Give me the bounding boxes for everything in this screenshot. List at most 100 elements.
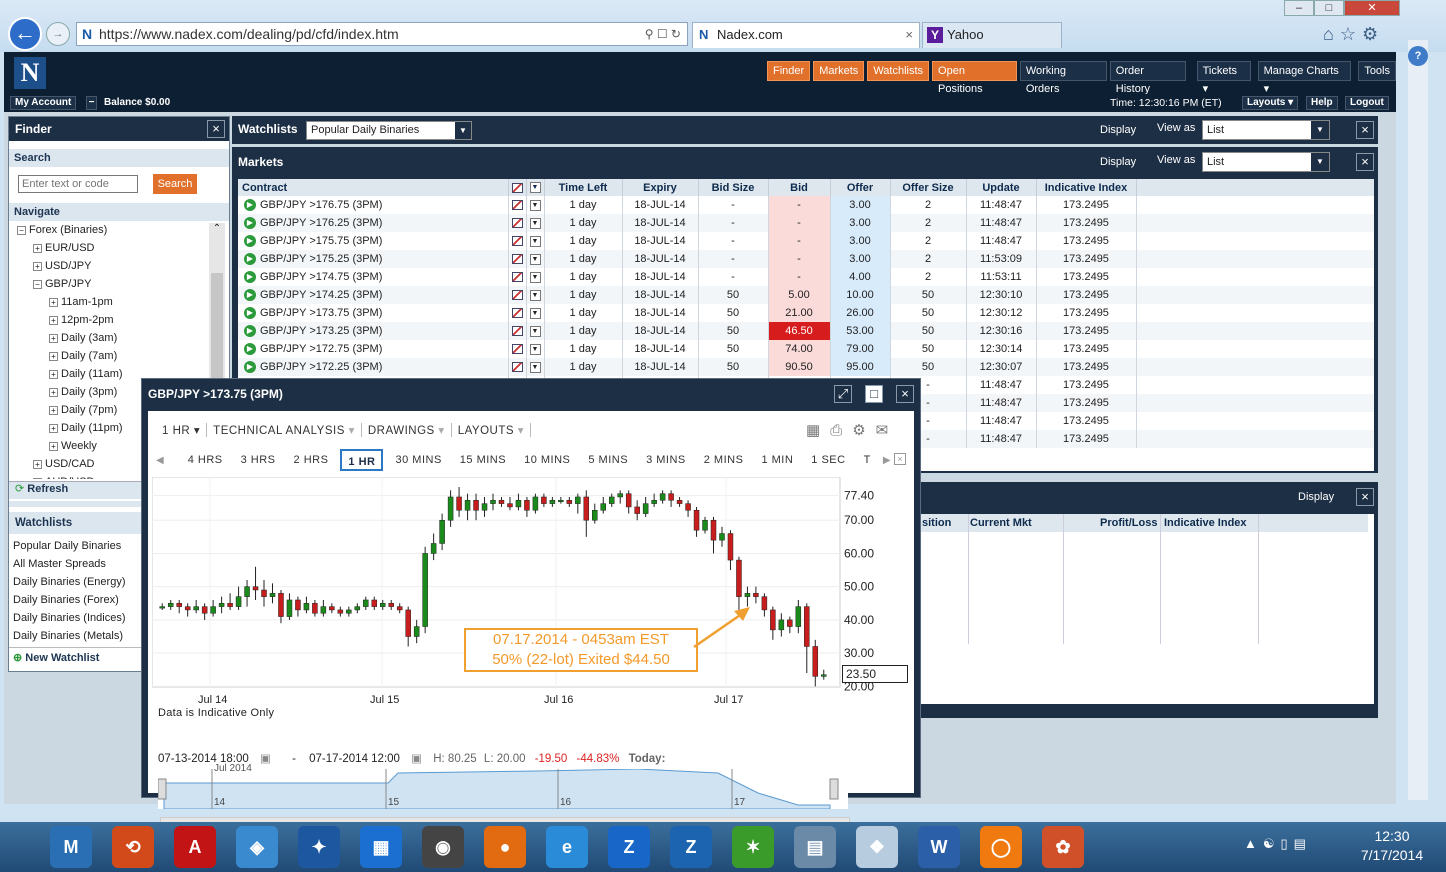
bid-cell[interactable]: 74.00 — [768, 340, 831, 358]
chart-icon[interactable] — [511, 290, 523, 301]
tab-nadex[interactable]: N Nadex.com × — [692, 22, 920, 48]
expand-icon[interactable]: + — [33, 459, 42, 469]
collapse-icon[interactable]: − — [33, 279, 42, 289]
bid-cell[interactable]: - — [768, 196, 831, 214]
clock[interactable]: 12:30 7/17/2014 — [1352, 828, 1432, 863]
z-app-icon[interactable]: Z — [608, 826, 650, 868]
timeframe-option[interactable]: T — [858, 449, 877, 471]
contract-cell[interactable]: ▶ GBP/JPY >173.75 (3PM) — [238, 304, 509, 322]
display-label[interactable]: Display — [1100, 124, 1136, 136]
finder-search-button[interactable]: Search — [153, 174, 197, 194]
bid-cell[interactable]: - — [768, 268, 831, 286]
game-icon[interactable]: ✿ — [1042, 826, 1084, 868]
calc-icon[interactable]: ▦ — [360, 826, 402, 868]
chevron-down-icon[interactable]: ▼ — [529, 271, 541, 283]
close-markets-icon[interactable]: × — [1356, 153, 1374, 171]
bid-cell[interactable]: 46.50 — [768, 322, 831, 340]
security-icon[interactable]: ✦ — [298, 826, 340, 868]
collapse-account-button[interactable]: − — [86, 96, 97, 110]
timeframe-option[interactable]: 1 MIN — [755, 449, 799, 471]
offer-cell[interactable]: 3.00 — [830, 232, 891, 250]
technical-analysis-menu[interactable]: TECHNICAL ANALYSIS ▾ — [206, 423, 361, 437]
column-header[interactable]: Contract — [238, 179, 509, 196]
contract-cell[interactable]: ▶ GBP/JPY >176.25 (3PM) — [238, 214, 509, 232]
scroll-up-icon[interactable]: ⌃ — [209, 223, 225, 235]
tree-node[interactable]: + USD/JPY — [17, 257, 207, 275]
collapse-icon[interactable]: − — [17, 225, 26, 235]
expand-icon[interactable]: + — [49, 369, 58, 379]
chart-tool-icons[interactable]: ▦⎙⚙✉ — [806, 421, 898, 439]
notebook-icon[interactable]: ❖ — [856, 826, 898, 868]
bin-icon[interactable]: ◈ — [236, 826, 278, 868]
chart-icon[interactable] — [511, 326, 523, 337]
contract-cell[interactable]: ▶ GBP/JPY >174.75 (3PM) — [238, 268, 509, 286]
chart-icon[interactable] — [511, 200, 523, 211]
timeframe-option[interactable]: 1 SEC — [805, 449, 851, 471]
bid-cell[interactable]: - — [768, 232, 831, 250]
offer-cell[interactable]: 79.00 — [830, 340, 891, 358]
trade-icon[interactable]: ▶ — [244, 253, 256, 266]
layouts-button[interactable]: Layouts ▾ — [1242, 96, 1299, 110]
tab-yahoo[interactable]: Y Yahoo — [922, 22, 1062, 48]
expand-icon[interactable]: + — [49, 387, 58, 397]
trade-icon[interactable]: ▶ — [244, 271, 256, 284]
table-row[interactable]: ▶ GBP/JPY >176.25 (3PM) ▼ 1 day 18-JUL-14- -3… — [238, 214, 1374, 232]
tf-left-arrow-icon[interactable]: ◀ — [156, 455, 164, 466]
refresh-label[interactable]: Refresh — [27, 483, 68, 495]
layouts-menu[interactable]: LAYOUTS ▾ — [450, 423, 531, 437]
forward-button[interactable]: → — [46, 22, 70, 46]
trade-icon[interactable]: ▶ — [244, 235, 256, 248]
back-button[interactable]: ← — [8, 17, 42, 51]
table-row[interactable]: ▶ GBP/JPY >175.25 (3PM) ▼ 1 day 18-JUL-14- -3… — [238, 250, 1374, 268]
markets-button[interactable]: Markets — [813, 61, 865, 81]
logout-button[interactable]: Logout — [1345, 96, 1389, 110]
column-header[interactable]: Offer — [830, 179, 891, 196]
tf-close-icon[interactable]: × — [894, 453, 906, 465]
column-header[interactable]: Offer Size — [890, 179, 967, 196]
expand-icon[interactable]: + — [49, 351, 58, 361]
expand-icon[interactable]: + — [33, 243, 42, 253]
contract-cell[interactable]: ▶ GBP/JPY >174.25 (3PM) — [238, 286, 509, 304]
offer-cell[interactable]: 26.00 — [830, 304, 891, 322]
column-header[interactable]: Indicative Index — [1036, 179, 1137, 196]
tools-button[interactable]: Tools — [1358, 61, 1396, 81]
trade-icon[interactable]: ▶ — [244, 325, 256, 338]
chevron-down-icon[interactable]: ▼ — [529, 199, 541, 211]
column-header[interactable] — [508, 179, 527, 196]
trade-icon[interactable]: ▶ — [244, 217, 256, 230]
offer-cell[interactable]: 3.00 — [830, 196, 891, 214]
trade-icon[interactable]: ▶ — [244, 289, 256, 302]
address-actions-icon[interactable]: ⚲ ☐ ↻ — [645, 23, 681, 45]
table-row[interactable]: ▶ GBP/JPY >175.75 (3PM) ▼ 1 day 18-JUL-14- -3… — [238, 232, 1374, 250]
tree-node[interactable]: +11am-1pm — [17, 293, 207, 311]
o-app-icon[interactable]: ◯ — [980, 826, 1022, 868]
bid-cell[interactable]: - — [768, 214, 831, 232]
tree-node[interactable]: +12pm-2pm — [17, 311, 207, 329]
tickets-button[interactable]: Tickets ▾ — [1196, 61, 1251, 95]
column-header[interactable]: Expiry — [622, 179, 699, 196]
interval-select[interactable]: 1 HR ▾ — [156, 423, 206, 437]
bid-cell[interactable]: - — [768, 250, 831, 268]
finder-button[interactable]: Finder — [767, 61, 811, 81]
expand-icon[interactable]: + — [49, 297, 58, 307]
expand-icon[interactable]: + — [49, 405, 58, 415]
avira-icon[interactable]: A — [174, 826, 216, 868]
bid-cell[interactable]: 21.00 — [768, 304, 831, 322]
table-row[interactable]: ▶ GBP/JPY >173.25 (3PM) ▼ 1 day 18-JUL-14 50 4… — [238, 322, 1374, 340]
column-header[interactable] — [1136, 179, 1374, 196]
chevron-down-icon[interactable]: ▼ — [529, 217, 541, 229]
solitaire-icon[interactable]: ✶ — [732, 826, 774, 868]
timeframe-option[interactable]: 2 HRS — [288, 449, 335, 471]
mcafee-icon[interactable]: M — [50, 826, 92, 868]
tray-icons[interactable]: ▲☯▯▤ — [1244, 836, 1312, 852]
watchlist-select[interactable]: Popular Daily Binaries ▼ — [306, 121, 472, 140]
manage-charts-button[interactable]: Manage Charts ▾ — [1257, 61, 1352, 95]
chevron-down-icon[interactable]: ▼ — [455, 122, 471, 139]
close-watchlists-icon[interactable]: × — [1356, 121, 1374, 139]
home-star-gear-icons[interactable]: ⌂☆⚙ — [1323, 24, 1384, 45]
column-header[interactable]: Time Left — [544, 179, 623, 196]
chevron-down-icon[interactable]: ▼ — [529, 343, 541, 355]
contract-cell[interactable]: ▶ GBP/JPY >176.75 (3PM) — [238, 196, 509, 214]
offer-cell[interactable]: 95.00 — [830, 358, 891, 376]
help-icon[interactable]: ? — [1408, 46, 1428, 66]
